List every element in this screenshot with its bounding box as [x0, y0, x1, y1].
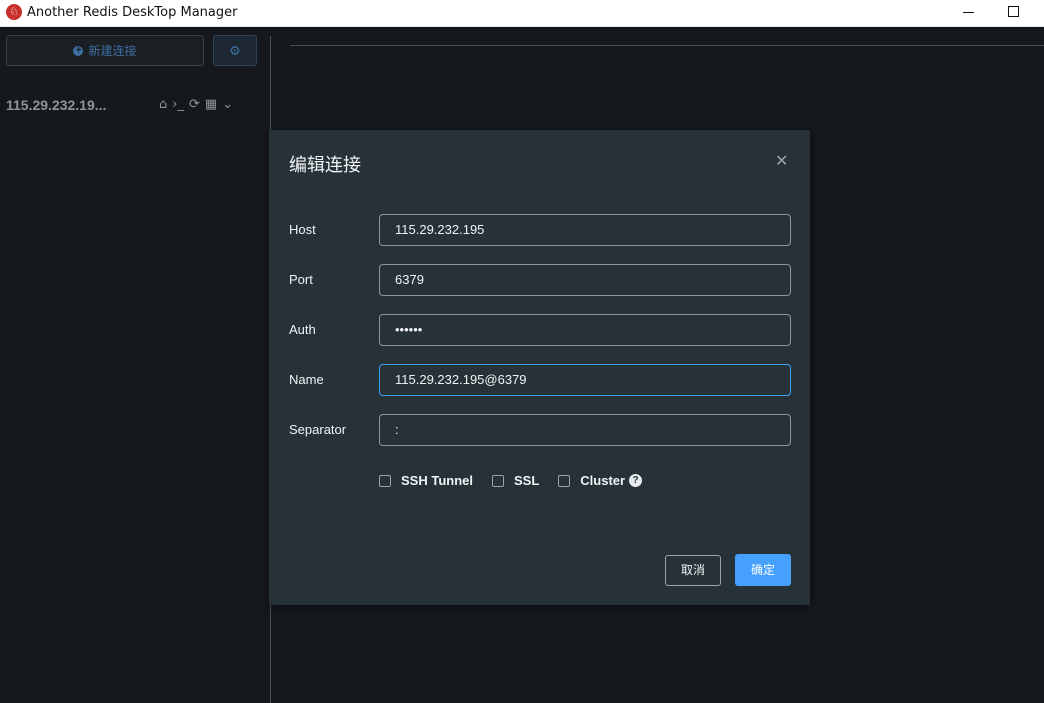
port-label: Port: [289, 272, 313, 287]
grid-icon[interactable]: ▦: [205, 97, 217, 112]
title-bar: ♘ Another Redis DeskTop Manager: [0, 0, 1044, 27]
name-label: Name: [289, 372, 324, 387]
gear-icon: ⚙: [229, 42, 241, 58]
auth-label: Auth: [289, 322, 316, 337]
separator-label: Separator: [289, 422, 347, 437]
name-input[interactable]: 115.29.232.195@6379: [379, 364, 791, 396]
port-input[interactable]: 6379: [379, 264, 791, 296]
window-title: Another Redis DeskTop Manager: [27, 5, 238, 20]
ssh-tunnel-checkbox[interactable]: [379, 474, 391, 487]
ssl-label[interactable]: SSL: [514, 473, 539, 488]
app-logo-icon: ♘: [6, 4, 22, 20]
name-row: Name 115.29.232.195@6379: [289, 364, 791, 396]
ssh-tunnel-label[interactable]: SSH Tunnel: [401, 473, 473, 488]
separator-input[interactable]: :: [379, 414, 791, 446]
settings-button[interactable]: ⚙: [213, 35, 257, 66]
refresh-icon[interactable]: ⟳: [189, 97, 200, 112]
sidebar: + 新建连接 ⚙ 115.29.232.19... ⌂ ›_ ⟳ ▦ ⌄: [0, 27, 270, 703]
chevron-down-icon[interactable]: ⌄: [222, 97, 233, 112]
cluster-label[interactable]: Cluster: [580, 473, 625, 488]
tab-bar-line: [290, 45, 1044, 46]
ssl-checkbox[interactable]: [491, 474, 504, 487]
maximize-icon[interactable]: [1008, 6, 1019, 17]
host-input[interactable]: 115.29.232.195: [379, 214, 791, 246]
close-icon[interactable]: ✕: [775, 152, 788, 170]
connection-actions: ⌂ ›_ ⟳ ▦ ⌄: [159, 97, 233, 112]
home-icon[interactable]: ⌂: [159, 97, 167, 112]
dialog-title: 编辑连接: [289, 155, 361, 175]
cancel-button[interactable]: 取消: [665, 555, 721, 586]
connection-name: 115.29.232.19...: [6, 97, 107, 113]
edit-connection-dialog: 编辑连接 ✕ Host 115.29.232.195 Port 6379 Aut…: [269, 130, 810, 605]
minimize-icon[interactable]: [963, 12, 974, 13]
confirm-button[interactable]: 确定: [735, 554, 791, 586]
connection-options: SSH Tunnel SSL Cluster ?: [379, 473, 643, 488]
plus-circle-icon: +: [73, 45, 84, 56]
port-row: Port 6379: [289, 264, 791, 296]
cluster-checkbox[interactable]: [558, 474, 571, 487]
host-row: Host 115.29.232.195: [289, 214, 791, 246]
help-icon[interactable]: ?: [629, 474, 643, 487]
connection-item[interactable]: 115.29.232.19... ⌂ ›_ ⟳ ▦ ⌄: [0, 91, 270, 121]
separator-row: Separator :: [289, 414, 791, 446]
new-connection-label: 新建连接: [88, 44, 137, 58]
terminal-icon[interactable]: ›_: [172, 97, 184, 112]
host-label: Host: [289, 222, 316, 237]
auth-row: Auth ••••••: [289, 314, 791, 346]
new-connection-button[interactable]: + 新建连接: [6, 35, 204, 66]
auth-input[interactable]: ••••••: [379, 314, 791, 346]
